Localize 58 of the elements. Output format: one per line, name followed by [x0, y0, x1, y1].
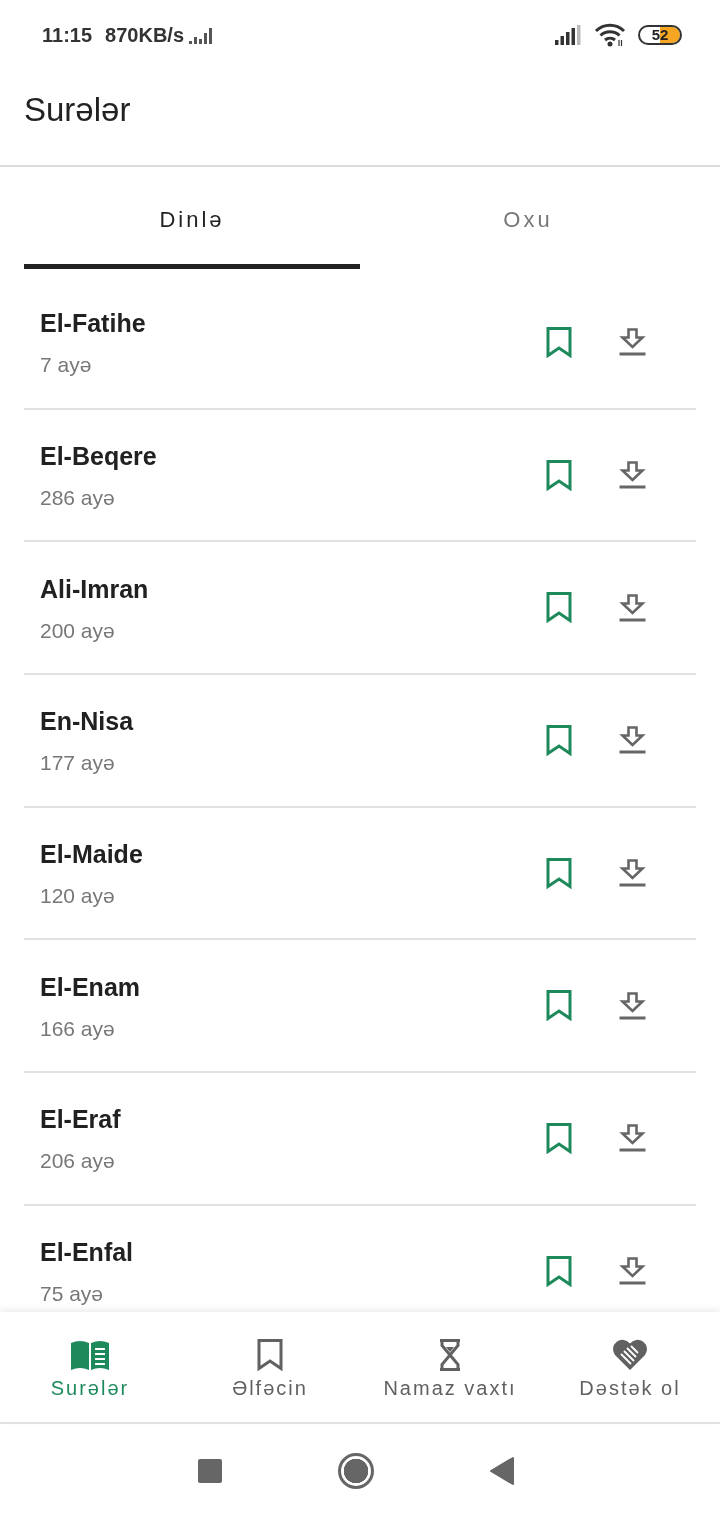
- tab[interactable]: Dinlə: [24, 167, 360, 269]
- surah-name: En-Nisa: [40, 706, 135, 737]
- bookmark-icon[interactable]: [546, 724, 572, 756]
- book-icon: [70, 1339, 110, 1371]
- heart-icon: [612, 1339, 648, 1371]
- data-activity-icon: [189, 28, 213, 44]
- surah-list-item[interactable]: El-Eraf 206 ayə: [24, 1073, 696, 1206]
- surah-list-item[interactable]: El-Beqere 286 ayə: [24, 409, 696, 543]
- bookmark-icon[interactable]: [546, 1255, 572, 1287]
- home-button[interactable]: [338, 1453, 374, 1489]
- surah-name: El-Enam: [40, 971, 142, 1002]
- download-icon[interactable]: [619, 461, 646, 490]
- download-icon[interactable]: [619, 1257, 646, 1286]
- bookmark-icon[interactable]: [546, 990, 572, 1022]
- surah-name: Ali-Imran: [40, 573, 150, 604]
- nav-tab[interactable]: Namaz vaxtı: [360, 1312, 540, 1422]
- verse-count: 286 ayə: [40, 485, 116, 512]
- hourglass-icon: [438, 1339, 462, 1371]
- verse-count: 120 ayə: [40, 883, 116, 910]
- nav-tab[interactable]: Surələr: [0, 1312, 180, 1422]
- bookmark-icon[interactable]: [546, 326, 572, 358]
- verse-count: 166 ayə: [40, 1015, 116, 1042]
- surah-list-item[interactable]: El-Enam 166 ayə: [24, 940, 696, 1074]
- verse-count: 177 ayə: [40, 750, 116, 777]
- surah-list-item[interactable]: El-Fatihe 7 ayə: [24, 277, 696, 410]
- verse-count: 7 ayə: [40, 352, 93, 379]
- download-icon[interactable]: [619, 328, 646, 357]
- nav-tab[interactable]: Əlfəcin: [180, 1312, 360, 1422]
- surah-list-item[interactable]: En-Nisa 177 ayə: [24, 675, 696, 808]
- download-icon[interactable]: [619, 1124, 646, 1153]
- verse-count: 200 ayə: [40, 617, 116, 644]
- download-icon[interactable]: [619, 726, 646, 755]
- screen-title: Surələr: [24, 90, 131, 129]
- verse-count: 75 ayə: [40, 1281, 105, 1308]
- nav-tab[interactable]: Dəstək ol: [540, 1312, 720, 1422]
- download-icon[interactable]: [619, 859, 646, 888]
- bookmark-icon[interactable]: [546, 857, 572, 889]
- surah-name: El-Maide: [40, 839, 144, 870]
- surah-name: El-Fatihe: [40, 308, 147, 339]
- surah-list-item[interactable]: El-Maide 120 ayə: [24, 807, 696, 941]
- surah-list-item[interactable]: Ali-Imran 200 ayə: [24, 542, 696, 676]
- status-time: 11:15: [42, 23, 93, 47]
- bookmark-icon[interactable]: [546, 459, 572, 491]
- back-button[interactable]: [490, 1457, 514, 1485]
- verse-count: 206 ayə: [40, 1148, 116, 1175]
- surah-name: El-Enfal: [40, 1237, 135, 1268]
- bookmark-icon[interactable]: [546, 592, 572, 624]
- surah-name: El-Beqere: [40, 441, 158, 472]
- bookmark-icon: [257, 1339, 283, 1371]
- download-icon[interactable]: [619, 593, 646, 622]
- wifi-icon: [594, 23, 626, 47]
- signal-icon: [555, 25, 582, 45]
- tab[interactable]: Oxu: [360, 167, 696, 269]
- download-icon[interactable]: [619, 991, 646, 1020]
- bookmark-icon[interactable]: [546, 1122, 572, 1154]
- surah-name: El-Eraf: [40, 1104, 122, 1135]
- battery-indicator: 52: [638, 25, 682, 45]
- network-speed: 870KB/s: [105, 23, 184, 47]
